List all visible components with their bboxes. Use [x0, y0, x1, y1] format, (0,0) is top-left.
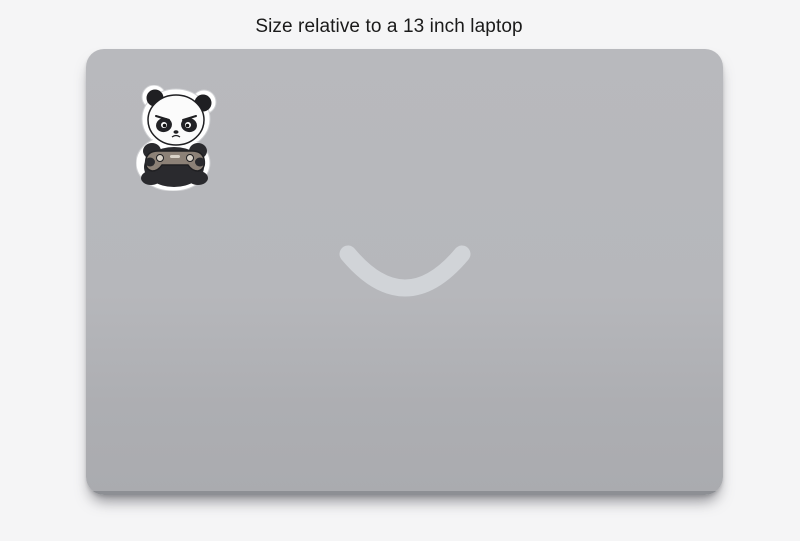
size-caption: Size relative to a 13 inch laptop	[255, 16, 523, 37]
smile-arc-icon	[339, 245, 471, 297]
product-preview: Size relative to a 13 inch laptop	[0, 0, 800, 541]
laptop-lid	[86, 49, 723, 495]
panda-gamer-sticker-icon	[136, 85, 217, 191]
